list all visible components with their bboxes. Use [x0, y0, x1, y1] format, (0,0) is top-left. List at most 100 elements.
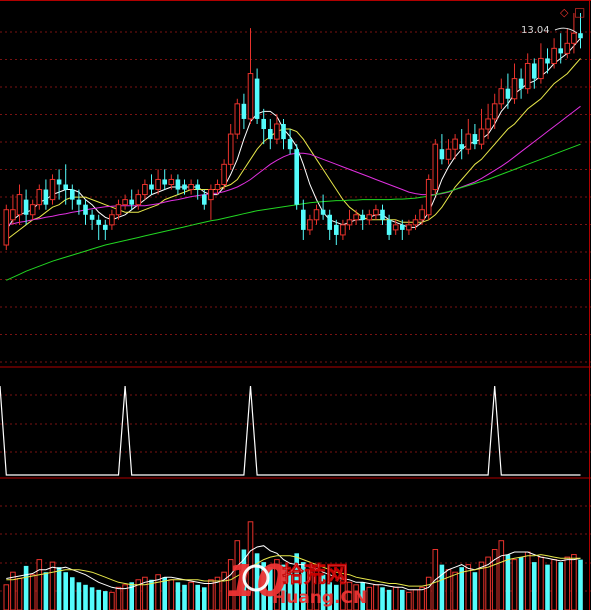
- candle-body-down: [103, 224, 108, 230]
- volume-bar-up: [16, 578, 23, 610]
- candle-body-down: [268, 129, 273, 140]
- volume-bar-down: [76, 582, 82, 610]
- volume-bar-up: [36, 559, 43, 610]
- candle-body-up: [445, 148, 452, 160]
- candle-body-down: [89, 214, 95, 220]
- volume-bar-up: [445, 569, 452, 610]
- candle-body-up: [524, 62, 531, 90]
- candle-body-up: [412, 219, 419, 226]
- candle-body-up: [373, 209, 379, 216]
- volume-bar-down: [380, 587, 385, 610]
- volume-bar-down: [386, 589, 392, 610]
- volume-bar-up: [29, 574, 36, 610]
- candle-body-down: [558, 48, 563, 54]
- candle-body-up: [135, 194, 142, 206]
- volume-bar-up: [392, 586, 399, 610]
- candle-body-down: [56, 179, 62, 185]
- candle-body-up: [511, 78, 518, 100]
- candle-body-up: [16, 194, 23, 216]
- candle-body-up: [485, 118, 491, 130]
- restore-icon[interactable]: □: [574, 5, 585, 19]
- candle-body-up: [109, 214, 115, 226]
- candle-body-down: [241, 103, 247, 119]
- volume-bar-up: [478, 561, 485, 610]
- volume-bar-down: [545, 564, 550, 610]
- candle-body-up: [3, 209, 10, 246]
- volume-bar-up: [109, 591, 115, 610]
- volume-bar-down: [202, 587, 207, 610]
- candle-body-up: [353, 214, 359, 221]
- volume-bar-down: [175, 582, 181, 610]
- candle-body-up: [168, 178, 175, 185]
- candle-body-up: [214, 184, 221, 191]
- volume-bar-up: [419, 586, 425, 610]
- candle-body-up: [432, 143, 439, 191]
- volume-bar-down: [182, 584, 187, 610]
- candle-body-up: [36, 189, 43, 206]
- candle-body-down: [281, 123, 286, 140]
- candle-body-down: [182, 184, 187, 190]
- candle: [425, 174, 432, 220]
- candle-body-up: [307, 219, 313, 231]
- volume-bar-down: [96, 589, 101, 610]
- candle-body-down: [149, 184, 154, 190]
- candle-body-up: [227, 133, 234, 165]
- volume-bar-up: [571, 554, 577, 610]
- volume-bar-down: [518, 557, 524, 610]
- volume-bar-down: [162, 577, 167, 610]
- volume-bar-up: [524, 551, 531, 610]
- candle-body-up: [346, 219, 353, 226]
- candle-body-down: [83, 204, 88, 215]
- diamond-icon[interactable]: ◇: [560, 6, 569, 19]
- candle-body-up: [10, 209, 16, 221]
- volume-bar-up: [551, 559, 557, 610]
- candle-body-up: [571, 32, 577, 44]
- candle-body-down: [472, 134, 478, 145]
- volume-bar-down: [195, 584, 200, 610]
- candle-body-down: [63, 184, 68, 190]
- volume-bar-down: [558, 562, 563, 610]
- candle-body-up: [452, 138, 458, 150]
- volume-bar-down: [532, 562, 537, 610]
- volume-bar-up: [498, 540, 505, 610]
- candle-body-up: [122, 199, 128, 206]
- candle: [234, 98, 241, 140]
- candle-body-down: [327, 214, 332, 230]
- volume-bar-down: [578, 559, 583, 610]
- candle-body-up: [49, 178, 56, 201]
- volume-bar-up: [3, 584, 10, 610]
- candle-body-up: [221, 163, 227, 185]
- volume-bar-down: [23, 565, 29, 610]
- volume-bar-down: [63, 572, 68, 610]
- candle-body-up: [188, 184, 194, 191]
- candle-body-down: [545, 58, 550, 64]
- volume-bar-up: [406, 591, 412, 610]
- candle-body-down: [386, 219, 392, 235]
- candle-body-up: [406, 224, 412, 231]
- candle-body-down: [254, 78, 260, 119]
- candle-body-up: [498, 88, 505, 105]
- volume-bar-up: [511, 559, 518, 610]
- candle-body-down: [294, 149, 299, 205]
- candle-body-up: [234, 103, 241, 135]
- candle-body-down: [505, 88, 511, 99]
- candle-body-down: [360, 214, 365, 220]
- candle-body-up: [419, 209, 425, 221]
- candle-body-up: [247, 73, 254, 120]
- candle-body-down: [320, 209, 326, 215]
- volume-bar-down: [70, 577, 75, 610]
- candle-body-up: [340, 224, 346, 236]
- candle-body-down: [162, 179, 167, 185]
- candle-body-up: [366, 214, 373, 221]
- volume-bar-up: [538, 556, 544, 610]
- candle-body-down: [195, 184, 200, 190]
- candle-body-down: [459, 144, 464, 150]
- volume-bar-up: [115, 586, 122, 610]
- volume-bar-up: [373, 584, 379, 610]
- candle-body-down: [43, 189, 49, 205]
- candle-body-up: [115, 204, 122, 216]
- candle-body-up: [538, 57, 544, 80]
- stock-chart[interactable]: 13.04 ◇ □ 10 拾荒网 Huang.CN: [0, 0, 591, 610]
- candle-body-down: [261, 118, 266, 130]
- candle-body-down: [287, 139, 293, 150]
